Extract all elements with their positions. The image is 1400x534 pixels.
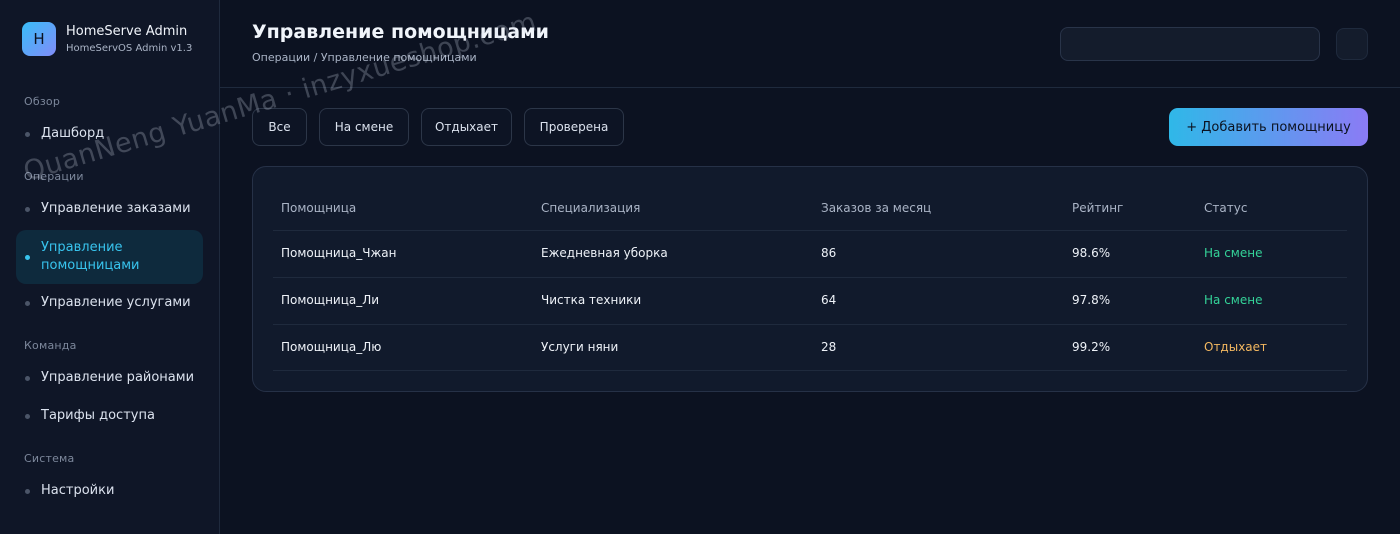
helper-specialization: Ежедневная уборка — [541, 246, 668, 260]
bullet-icon — [25, 489, 30, 494]
filter-on-shift[interactable]: На смене — [319, 108, 409, 146]
status-badge: На смене — [1204, 246, 1263, 260]
app-version: HomeServOS Admin v1.3 — [66, 42, 193, 54]
bullet-icon — [25, 414, 30, 419]
column-header-helper[interactable]: Помощница — [281, 201, 356, 215]
table-row[interactable]: Помощница_Лю Услуги няни 28 99.2% Отдыха… — [273, 324, 1347, 371]
sidebar-item-label: Управление заказами — [41, 201, 191, 216]
app-title: HomeServe Admin — [66, 23, 188, 39]
sidebar-item-districts[interactable]: Управление районами — [16, 362, 203, 394]
sidebar-item-settings[interactable]: Настройки — [16, 475, 203, 507]
sidebar-item-access-plans[interactable]: Тарифы доступа — [16, 400, 203, 432]
sidebar-item-dashboard[interactable]: Дашборд — [16, 118, 203, 150]
helper-name: Помощница_Чжан — [281, 246, 397, 260]
helper-orders: 28 — [821, 340, 837, 354]
sidebar-item-orders[interactable]: Управление заказами — [16, 193, 203, 225]
helpers-table: Помощница Специализация Заказов за месяц… — [252, 166, 1368, 392]
helper-name: Помощница_Лю — [281, 340, 382, 354]
status-badge: Отдыхает — [1204, 340, 1268, 354]
sidebar-item-helpers[interactable]: Управление помощницами — [16, 230, 203, 284]
helper-rating: 98.6% — [1072, 246, 1111, 260]
sidebar-item-label: Настройки — [41, 483, 115, 498]
bullet-icon — [25, 132, 30, 137]
sidebar-item-label: Управление районами — [41, 370, 195, 385]
bullet-icon — [25, 207, 30, 212]
filter-resting[interactable]: Отдыхает — [421, 108, 512, 146]
section-label-overview: Обзор — [24, 95, 61, 108]
helper-rating: 99.2% — [1072, 340, 1111, 354]
helper-specialization: Чистка техники — [541, 293, 642, 307]
helper-name: Помощница_Ли — [281, 293, 380, 307]
brand: H HomeServe Admin HomeServOS Admin v1.3 — [22, 22, 192, 56]
column-header-orders[interactable]: Заказов за месяц — [821, 201, 931, 215]
table-row[interactable]: Помощница_Ли Чистка техники 64 97.8% На … — [273, 277, 1347, 324]
section-label-operations: Операции — [24, 170, 84, 183]
table-row[interactable]: Помощница_Чжан Ежедневная уборка 86 98.6… — [273, 230, 1347, 277]
filter-verified[interactable]: Проверена — [524, 108, 624, 146]
sidebar-item-services[interactable]: Управление услугами — [16, 287, 203, 319]
sidebar-item-label: Управление помощницами — [41, 240, 140, 273]
bullet-icon — [25, 301, 30, 306]
sidebar-item-label: Управление услугами — [41, 295, 191, 310]
sidebar-item-label: Тарифы доступа — [41, 408, 155, 423]
page-title: Управление помощницами — [252, 21, 549, 43]
sidebar: H HomeServe Admin HomeServOS Admin v1.3 … — [0, 0, 220, 534]
app-logo: H — [22, 22, 56, 56]
breadcrumb: Операции / Управление помощницами — [252, 51, 477, 64]
filter-all[interactable]: Все — [252, 108, 307, 146]
section-label-team: Команда — [24, 339, 77, 352]
column-header-specialization[interactable]: Специализация — [541, 201, 640, 215]
main-content: Управление помощницами Операции / Управл… — [220, 0, 1400, 534]
column-header-status[interactable]: Статус — [1204, 201, 1247, 215]
bullet-icon — [25, 255, 30, 260]
helper-specialization: Услуги няни — [541, 340, 619, 354]
helper-orders: 86 — [821, 246, 837, 260]
bullet-icon — [25, 376, 30, 381]
sidebar-item-label: Дашборд — [41, 126, 105, 141]
section-label-system: Система — [24, 452, 75, 465]
search-input[interactable] — [1060, 27, 1320, 61]
add-helper-button[interactable]: + Добавить помощницу — [1169, 108, 1368, 146]
page-header: Управление помощницами Операции / Управл… — [220, 0, 1400, 88]
column-header-rating[interactable]: Рейтинг — [1072, 201, 1123, 215]
header-action-button[interactable] — [1336, 28, 1368, 60]
status-badge: На смене — [1204, 293, 1263, 307]
helper-rating: 97.8% — [1072, 293, 1111, 307]
brand-text: HomeServe Admin HomeServOS Admin v1.3 — [66, 23, 192, 56]
helper-orders: 64 — [821, 293, 837, 307]
